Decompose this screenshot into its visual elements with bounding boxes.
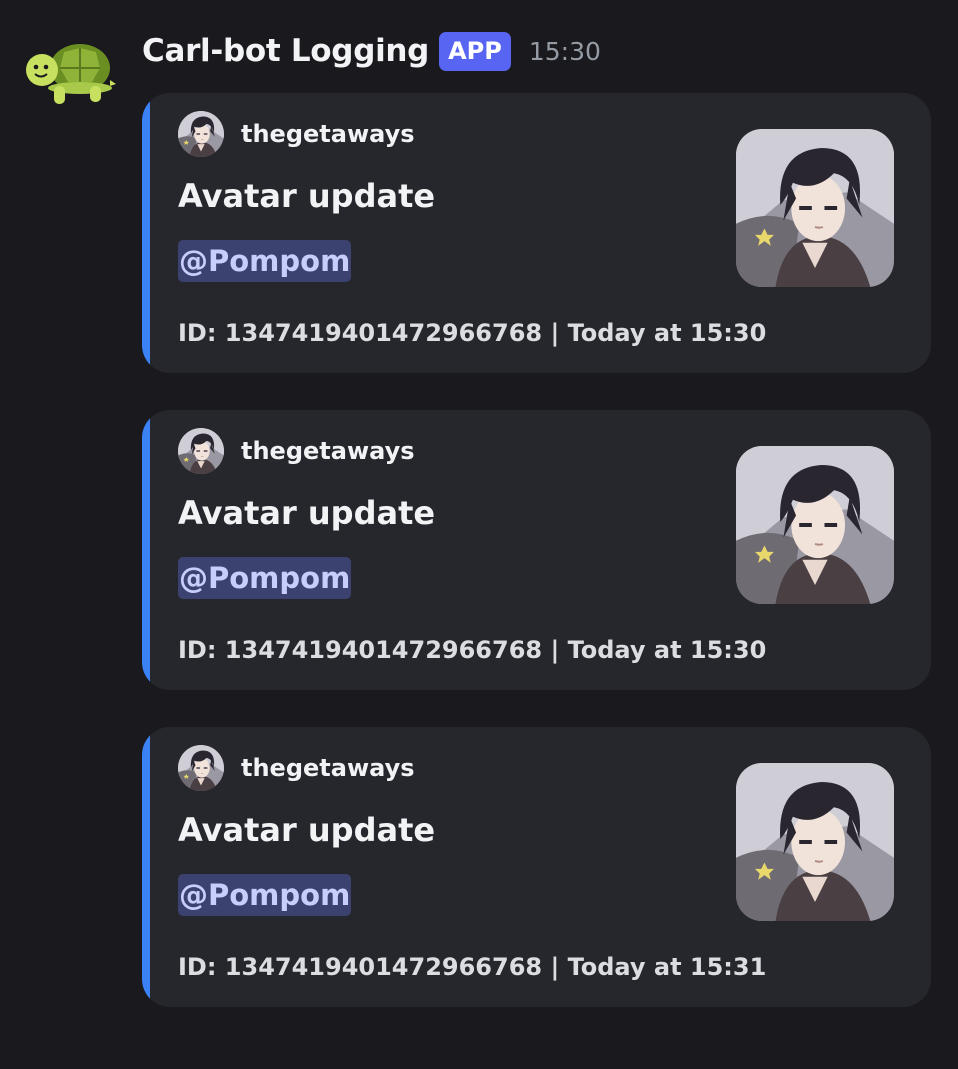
author-name: thegetaways bbox=[241, 120, 415, 148]
embed-title: Avatar update bbox=[178, 177, 436, 215]
bot-message: Carl-bot Logging APP 15:30 thegetaways A… bbox=[0, 0, 958, 1069]
embed-thumbnail[interactable] bbox=[736, 763, 894, 921]
embed-color-bar bbox=[142, 727, 150, 1007]
embed-color-bar bbox=[142, 410, 150, 690]
author-name: thegetaways bbox=[241, 754, 415, 782]
app-badge: APP bbox=[439, 31, 511, 71]
embed-color-bar bbox=[142, 93, 150, 373]
turtle-icon[interactable] bbox=[24, 40, 116, 106]
embed-footer: ID: 1347419401472966768 | Today at 15:30 bbox=[178, 636, 767, 664]
embed-author: thegetaways bbox=[178, 111, 415, 157]
author-avatar[interactable] bbox=[178, 428, 224, 474]
author-avatar[interactable] bbox=[178, 111, 224, 157]
embed-card: thegetaways Avatar update @Pompom ID: 13… bbox=[142, 727, 931, 1007]
author-name: thegetaways bbox=[241, 437, 415, 465]
embed-footer: ID: 1347419401472966768 | Today at 15:30 bbox=[178, 319, 767, 347]
message-header: Carl-bot Logging APP 15:30 bbox=[142, 28, 601, 74]
embed-card: thegetaways Avatar update @Pompom ID: 13… bbox=[142, 93, 931, 373]
embed-author: thegetaways bbox=[178, 745, 415, 791]
embed-thumbnail[interactable] bbox=[736, 446, 894, 604]
user-mention[interactable]: @Pompom bbox=[178, 240, 352, 282]
embed-footer: ID: 1347419401472966768 | Today at 15:31 bbox=[178, 953, 767, 981]
embed-thumbnail[interactable] bbox=[736, 129, 894, 287]
embed-card: thegetaways Avatar update @Pompom ID: 13… bbox=[142, 410, 931, 690]
author-avatar[interactable] bbox=[178, 745, 224, 791]
embed-title: Avatar update bbox=[178, 494, 436, 532]
bot-name[interactable]: Carl-bot Logging bbox=[142, 33, 429, 69]
embed-author: thegetaways bbox=[178, 428, 415, 474]
embed-title: Avatar update bbox=[178, 811, 436, 849]
message-timestamp[interactable]: 15:30 bbox=[529, 37, 601, 66]
user-mention[interactable]: @Pompom bbox=[178, 557, 352, 599]
user-mention[interactable]: @Pompom bbox=[178, 874, 352, 916]
